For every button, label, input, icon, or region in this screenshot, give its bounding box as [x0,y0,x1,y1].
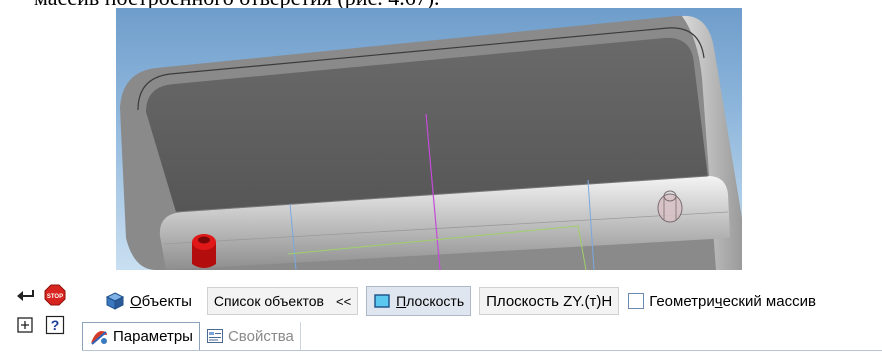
svg-text:STOP: STOP [47,294,63,300]
tab-parameters-label: Параметры [113,328,193,345]
tab-parameters[interactable]: Параметры [82,322,200,350]
tab-properties-label: Свойства [227,327,294,345]
stop-icon[interactable]: STOP [44,284,66,306]
objects-label: Объекты [130,292,192,310]
tab-properties[interactable]: Свойства [200,322,301,350]
plane-icon [374,294,390,308]
plane-value-field[interactable]: Плоскость ZY.(т)Н [479,287,620,315]
geometric-array-label: Геометрический массив [649,292,816,310]
properties-tab-icon [206,329,223,343]
geometric-array-toggle[interactable]: Геометрический массив [627,286,823,316]
parameters-tab-icon [91,330,107,345]
hole-red [192,234,216,268]
geometric-array-checkbox[interactable] [628,293,645,309]
objects-button[interactable]: Объекты [98,286,199,316]
help-icon[interactable]: ? [44,314,66,336]
objects-list-button[interactable]: Список объектов << [206,287,359,315]
left-tool-column: STOP ? [14,284,74,344]
model-scene [120,15,742,270]
command-panel: STOP ? Объекты Список объектов << Плоско… [0,270,882,356]
plane-toggle-button[interactable]: Плоскость [366,286,472,316]
3d-viewport[interactable] [116,8,742,270]
svg-text:?: ? [51,317,60,333]
plane-label: Плоскость [396,293,465,309]
objects-cube-icon [105,292,125,310]
caption-fragment: массив построенного отверстия (рис. 4.67… [0,0,882,8]
fit-frame-icon[interactable] [14,314,36,336]
command-toolbar: Объекты Список объектов << Плоскость Пло… [98,284,823,318]
panel-tabs: Параметры Свойства [82,322,882,351]
collapse-chevron-icon: << [335,293,352,309]
enter-arrow-icon[interactable] [14,284,36,306]
